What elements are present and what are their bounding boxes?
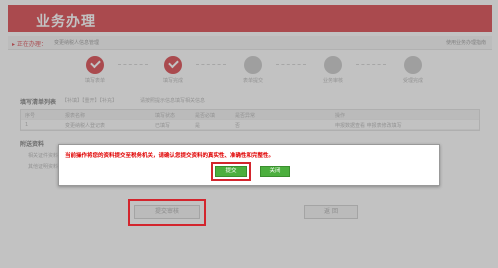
confirm-dialog: 当前操作将您的资料提交至税务机关，请确认您提交资料的真实性、准确性和完整性。 提…	[58, 144, 440, 186]
modal-overlay	[0, 0, 498, 268]
confirm-submit-button[interactable]: 提交	[215, 166, 247, 177]
dialog-message: 当前操作将您的资料提交至税务机关，请确认您提交资料的真实性、准确性和完整性。	[65, 153, 275, 159]
highlight-box	[128, 199, 206, 226]
close-button[interactable]: 关闭	[260, 166, 290, 177]
